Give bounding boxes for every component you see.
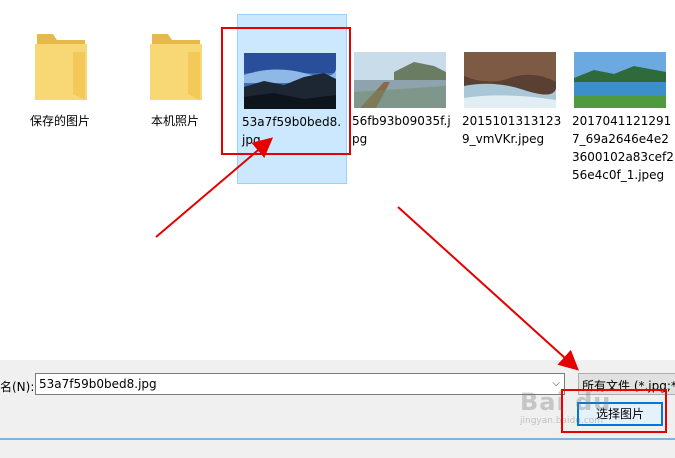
baidu-watermark: Bai du [520,388,612,416]
folder-icon [35,34,87,100]
folder-icon [150,34,202,100]
file-name: 保存的图片 [29,114,90,128]
file-name: 56fb93b09035f.jpg [352,114,451,146]
baidu-watermark-url: jingyan.baidu.com [520,416,604,426]
image-thumbnail [464,52,556,108]
file-name: 53a7f59b0bed8.jpg [242,115,342,147]
file-list: 保存的图片 本机照片 53a7f59b0bed8.jpg 56fb93b0903… [0,0,675,360]
image-thumbnail [244,53,336,109]
window-bottom-border [0,438,675,440]
file-name: 20151013131239_vmVKr.jpeg [462,114,562,146]
filename-input[interactable]: 53a7f59b0bed8.jpg ⌵ [35,373,565,395]
file-item-selected[interactable]: 53a7f59b0bed8.jpg [237,14,347,184]
folder-saved-pictures[interactable]: 保存的图片 [5,14,115,184]
image-thumbnail [354,52,446,108]
file-name: 本机照片 [150,114,199,128]
file-item[interactable]: 20170411212917_69a2646e4e23600102a83cef2… [568,14,675,184]
filename-value: 53a7f59b0bed8.jpg [39,377,157,391]
folder-local-photos[interactable]: 本机照片 [120,14,230,184]
image-thumbnail [574,52,666,108]
file-name: 20170411212917_69a2646e4e23600102a83cef2… [572,114,674,182]
file-item[interactable]: 56fb93b09035f.jpg [348,14,458,184]
filename-label: 名(N): [0,380,35,394]
file-item[interactable]: 20151013131239_vmVKr.jpeg [458,14,568,184]
